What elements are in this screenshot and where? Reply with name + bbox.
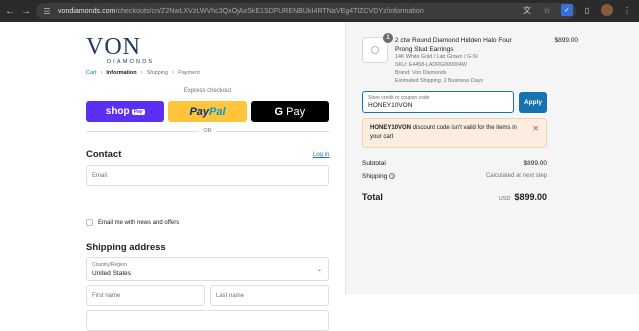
breadcrumb-cart[interactable]: Cart xyxy=(86,70,96,76)
express-checkout-title: Express checkout xyxy=(183,88,232,94)
breadcrumb-shipping: Shipping xyxy=(146,70,169,76)
error-message: HONEY10VON discount code isn't valid for… xyxy=(370,124,530,142)
last-name-placeholder: Last name xyxy=(216,292,245,299)
total-currency: USD xyxy=(498,196,511,202)
subtotal-value: $899.00 xyxy=(523,160,548,167)
earring-image-icon xyxy=(371,46,379,54)
google-pay-label: Pay xyxy=(286,105,306,118)
or-divider: OR xyxy=(86,128,329,134)
country-value: United States xyxy=(92,270,132,277)
login-link[interactable]: Log in xyxy=(313,152,329,158)
newsletter-option[interactable]: Email me with news and offers xyxy=(86,219,179,226)
discount-label: Store credit or coupon code xyxy=(368,95,430,101)
browser-actions: 文 ☆ ✓ ▯ ⋮ xyxy=(521,4,633,16)
last-name-field[interactable]: Last name xyxy=(210,285,329,306)
profile-avatar[interactable] xyxy=(601,4,613,16)
chevron-down-icon: ⌄ xyxy=(316,267,322,273)
contact-heading: Contact xyxy=(86,149,122,160)
divider-line xyxy=(215,130,329,132)
shipping-label-wrap: Shipping? xyxy=(362,173,396,180)
google-pay-button[interactable]: G Pay xyxy=(250,101,329,122)
order-summary: 1 2 ctw Round Diamond Hidden Halo Four P… xyxy=(345,22,639,294)
browser-toolbar: ← → ⟳ ☰ vondiamonds.com/checkouts/cn/Z2N… xyxy=(0,0,639,22)
product-brand: Brand: Von Diamonds xyxy=(395,70,447,76)
brand-logo[interactable]: VON DIAMONDS xyxy=(86,34,156,65)
extension-icon[interactable]: ✓ xyxy=(561,4,573,16)
product-variant: 14K White Gold / Lab Grown / G-SI xyxy=(395,54,478,60)
discount-code-input[interactable]: Store credit or coupon code HONEY10VON xyxy=(362,91,514,113)
bookmark-star-icon[interactable]: ☆ xyxy=(541,4,553,16)
newsletter-label: Email me with news and offers xyxy=(98,219,180,226)
google-g-icon: G xyxy=(274,105,284,118)
discount-value: HONEY10VON xyxy=(368,102,413,109)
url-path: /checkouts/cn/Z2NwLXVzLWVhc3QxOjAxSkE1SD… xyxy=(115,7,424,15)
menu-dots-icon[interactable]: ⋮ xyxy=(621,4,633,16)
first-name-field[interactable]: First name xyxy=(86,285,205,306)
total-row: Total USD $899.00 xyxy=(362,192,547,202)
translate-icon[interactable]: 文 xyxy=(521,4,533,16)
shipping-value: Calculated at next step xyxy=(485,173,547,179)
total-amount: USD $899.00 xyxy=(499,192,547,202)
help-icon[interactable]: ? xyxy=(389,173,396,180)
address-bar[interactable]: ☰ vondiamonds.com/checkouts/cn/Z2NwLXVzL… xyxy=(36,3,576,19)
product-sku: SKU: E4458-LADRG000004W xyxy=(395,62,467,68)
shop-pay-label: shop xyxy=(105,106,130,117)
error-code: HONEY10VON xyxy=(370,125,412,131)
paypal-button[interactable]: Pay Pal xyxy=(168,101,247,122)
quantity-badge: 1 xyxy=(383,33,393,43)
product-price: $899.00 xyxy=(554,37,579,44)
apply-button[interactable]: Apply xyxy=(519,92,547,113)
country-select[interactable]: Country/Region United States ⌄ xyxy=(86,257,329,281)
total-value: $899.00 xyxy=(514,192,547,202)
first-name-placeholder: First name xyxy=(92,292,121,299)
back-icon[interactable]: ← xyxy=(4,5,16,17)
product-name: 2 ctw Round Diamond Hidden Halo Four Pro… xyxy=(395,37,512,53)
logo-sub-text: DIAMONDS xyxy=(107,59,155,65)
breadcrumb: Cart › Information › Shipping › Payment xyxy=(86,70,200,76)
or-text: OR xyxy=(203,128,212,134)
email-placeholder: Email xyxy=(92,172,108,179)
email-field[interactable]: Email xyxy=(86,165,329,186)
total-label: Total xyxy=(362,192,383,202)
discount-error-banner: HONEY10VON discount code isn't valid for… xyxy=(362,118,547,148)
breadcrumb-information: Information xyxy=(106,70,137,76)
chevron-right-icon: › xyxy=(140,70,143,76)
url-domain: vondiamonds.com xyxy=(58,7,116,15)
url-text: vondiamonds.com/checkouts/cn/Z2NwLXVzLWV… xyxy=(58,8,424,15)
newsletter-checkbox[interactable] xyxy=(86,219,93,226)
breadcrumb-payment: Payment xyxy=(178,70,200,76)
checkout-main: VON DIAMONDS Cart › Information › Shippi… xyxy=(0,22,345,331)
shipping-address-heading: Shipping address xyxy=(86,242,166,253)
close-icon[interactable]: ✕ xyxy=(532,124,539,133)
shipping-row: Shipping? Calculated at next step xyxy=(362,173,547,180)
shop-pay-button[interactable]: shop Pay xyxy=(86,101,165,122)
product-shipping-estimate: Estimated Shipping: 2 Business Days xyxy=(395,78,484,84)
site-info-icon[interactable]: ☰ xyxy=(42,6,52,16)
country-label: Country/Region xyxy=(92,262,127,268)
shipping-label: Shipping xyxy=(362,173,388,180)
divider-line xyxy=(86,130,200,132)
subtotal-label: Subtotal xyxy=(362,160,386,167)
address-field[interactable] xyxy=(86,310,329,331)
forward-icon[interactable]: → xyxy=(20,5,32,17)
paypal-label-1: Pay xyxy=(189,105,210,118)
express-payment-buttons: shop Pay Pay Pal G Pay xyxy=(86,101,329,122)
logo-main-text: VON xyxy=(86,34,141,60)
paypal-label-2: Pal xyxy=(209,105,226,118)
chevron-right-icon: › xyxy=(172,70,175,76)
chevron-right-icon: › xyxy=(100,70,103,76)
subtotal-row: Subtotal $899.00 xyxy=(362,160,547,167)
sidebar-icon[interactable]: ▯ xyxy=(581,4,593,16)
shop-pay-badge: Pay xyxy=(131,108,145,115)
